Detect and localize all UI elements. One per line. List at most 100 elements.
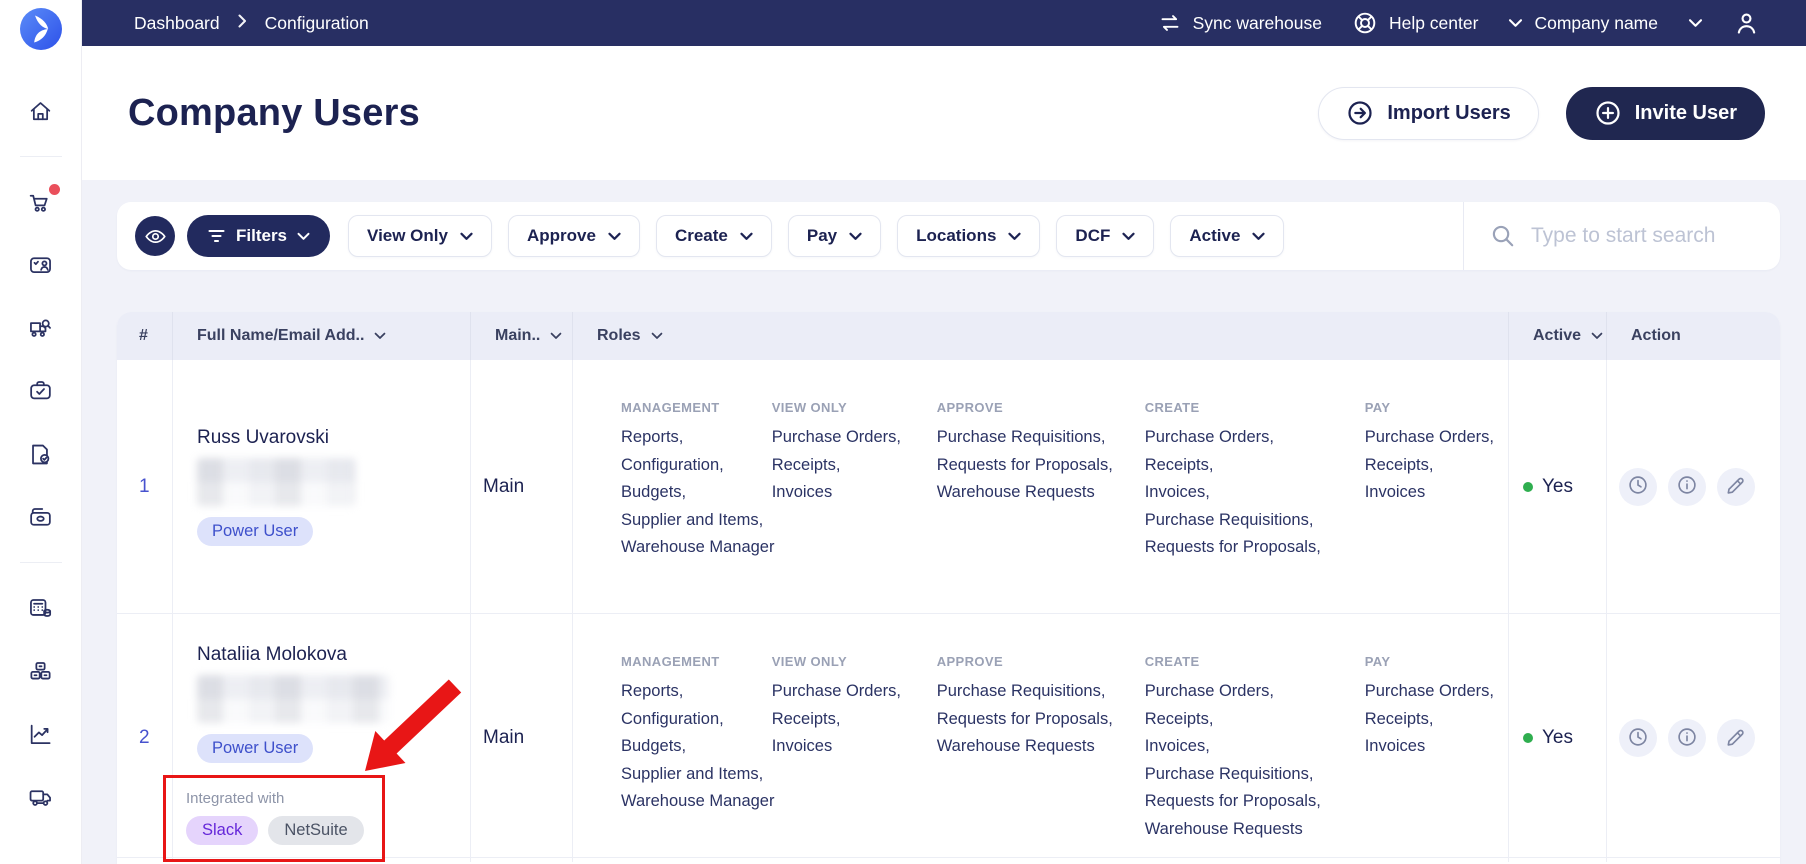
role-item: Purchase Requisitions, bbox=[937, 424, 1131, 452]
info-button[interactable] bbox=[1668, 468, 1706, 506]
filter-dropdown-pay[interactable]: Pay bbox=[788, 215, 881, 257]
column-header-main-label: Main.. bbox=[495, 327, 540, 345]
sidebar-item-orders-cart[interactable] bbox=[21, 182, 61, 222]
breadcrumb-dashboard[interactable]: Dashboard bbox=[134, 13, 220, 34]
edit-pencil-icon bbox=[1725, 474, 1747, 499]
search-icon bbox=[1490, 223, 1516, 249]
role-item: Supplier and Items, bbox=[621, 761, 758, 789]
role-item: Warehouse Requests bbox=[1145, 816, 1351, 844]
info-button[interactable] bbox=[1668, 719, 1706, 757]
role-item: Warehouse Requests bbox=[937, 733, 1131, 761]
history-clock-button[interactable] bbox=[1619, 719, 1657, 757]
column-header-active[interactable]: Active bbox=[1508, 312, 1606, 360]
eye-icon bbox=[144, 225, 167, 248]
topbar-right: Sync warehouse Help center Company name bbox=[1158, 10, 1760, 37]
column-header-action: Action bbox=[1606, 312, 1780, 360]
column-header-roles[interactable]: Roles bbox=[572, 312, 1508, 360]
active-status-dot bbox=[1523, 482, 1533, 492]
role-group-label: PAY bbox=[1365, 400, 1494, 415]
import-users-button[interactable]: Import Users bbox=[1318, 87, 1538, 140]
notification-dot bbox=[49, 184, 60, 195]
actions-cell bbox=[1606, 360, 1780, 613]
edit-pencil-icon bbox=[1725, 726, 1747, 751]
filter-bar: Filters View Only Approve Create Pay Locatio… bbox=[117, 202, 1780, 270]
role-item: Purchase Orders, bbox=[1145, 424, 1351, 452]
sync-warehouse-button[interactable]: Sync warehouse bbox=[1158, 11, 1322, 35]
sidebar-item-analytics-chart[interactable] bbox=[21, 714, 61, 754]
info-icon bbox=[1676, 726, 1698, 751]
integration-badges: SlackNetSuite bbox=[186, 816, 364, 845]
sidebar-item-items-boxes[interactable] bbox=[21, 651, 61, 691]
breadcrumb-configuration[interactable]: Configuration bbox=[265, 13, 369, 34]
sidebar-item-documents-check[interactable] bbox=[21, 434, 61, 474]
filter-dropdown-dcf[interactable]: DCF bbox=[1056, 215, 1154, 257]
role-group-label: APPROVE bbox=[937, 654, 1131, 669]
chevron-down-icon[interactable] bbox=[1688, 18, 1703, 28]
filter-dropdown-approve[interactable]: Approve bbox=[508, 215, 640, 257]
filter-dropdown-active[interactable]: Active bbox=[1170, 215, 1284, 257]
role-item: Budgets, bbox=[621, 733, 758, 761]
user-role-badge: Power User bbox=[197, 734, 313, 763]
filter-dropdown-create[interactable]: Create bbox=[656, 215, 772, 257]
company-menu[interactable]: Company name bbox=[1508, 13, 1658, 34]
column-header-roles-label: Roles bbox=[597, 327, 641, 345]
column-header-main[interactable]: Main.. bbox=[470, 312, 572, 360]
sidebar-item-warehouse-truck[interactable] bbox=[21, 777, 61, 817]
role-item: Requests for Proposals, bbox=[937, 706, 1131, 734]
user-full-name: Russ Uvarovski bbox=[197, 427, 329, 449]
chevron-down-icon bbox=[1508, 18, 1523, 28]
sidebar-item-requests-briefcase[interactable] bbox=[21, 371, 61, 411]
page-header: Company Users Import Users Invite User bbox=[82, 46, 1806, 180]
history-clock-button[interactable] bbox=[1619, 468, 1657, 506]
role-item: Requests for Proposals, bbox=[1145, 534, 1351, 562]
role-item: Requests for Proposals, bbox=[937, 452, 1131, 480]
edit-pencil-button[interactable] bbox=[1717, 719, 1755, 757]
role-group-label: VIEW ONLY bbox=[772, 654, 923, 669]
filter-dropdown-label: DCF bbox=[1075, 226, 1110, 246]
invite-user-button[interactable]: Invite User bbox=[1566, 87, 1765, 140]
search-input[interactable] bbox=[1529, 223, 1765, 249]
active-status-dot bbox=[1523, 733, 1533, 743]
help-center-button[interactable]: Help center bbox=[1352, 10, 1479, 36]
sidebar-item-budgets-calculator[interactable] bbox=[21, 588, 61, 628]
role-group-label: MANAGEMENT bbox=[621, 654, 758, 669]
top-navbar: Dashboard Configuration Sync warehouse H… bbox=[82, 0, 1806, 46]
role-item: Budgets, bbox=[621, 479, 758, 507]
sort-chevron-icon bbox=[651, 332, 663, 340]
chevron-down-icon bbox=[740, 232, 753, 241]
chevron-down-icon bbox=[297, 232, 310, 241]
info-icon bbox=[1676, 474, 1698, 499]
user-profile-icon[interactable] bbox=[1733, 10, 1760, 37]
role-item: Receipts, bbox=[1365, 452, 1494, 480]
filter-dropdown-label: Approve bbox=[527, 226, 596, 246]
chevron-down-icon bbox=[1008, 232, 1021, 241]
role-group-approve: APPROVEPurchase Requisitions,Requests fo… bbox=[937, 400, 1145, 507]
roles-cell: MANAGEMENTReports,Configuration,Budgets,… bbox=[572, 614, 1508, 862]
column-header-active-label: Active bbox=[1533, 327, 1581, 345]
filter-dropdown-view-only[interactable]: View Only bbox=[348, 215, 492, 257]
sidebar-item-approvals[interactable] bbox=[21, 245, 61, 285]
edit-pencil-button[interactable] bbox=[1717, 468, 1755, 506]
role-item: Purchase Orders, bbox=[1365, 678, 1494, 706]
role-group-view-only: VIEW ONLYPurchase Orders,Receipts,Invoic… bbox=[772, 400, 937, 507]
filters-button[interactable]: Filters bbox=[187, 215, 330, 257]
filter-dropdowns: View Only Approve Create Pay Locations DCF Act… bbox=[348, 215, 1284, 257]
help-center-label: Help center bbox=[1389, 13, 1479, 34]
history-clock-icon bbox=[1627, 474, 1649, 499]
filter-dropdown-locations[interactable]: Locations bbox=[897, 215, 1040, 257]
role-item: Invoices, bbox=[1145, 479, 1351, 507]
role-group-approve: APPROVEPurchase Requisitions,Requests fo… bbox=[937, 654, 1145, 761]
column-header-name[interactable]: Full Name/Email Add.. bbox=[172, 312, 470, 360]
app-logo-icon[interactable] bbox=[19, 7, 63, 51]
role-item: Invoices, bbox=[1145, 733, 1351, 761]
sidebar-item-track-orders[interactable] bbox=[21, 308, 61, 348]
sidebar-item-payments-wallet[interactable] bbox=[21, 497, 61, 537]
chevron-down-icon bbox=[1252, 232, 1265, 241]
role-group-pay: PAYPurchase Orders,Receipts,Invoices bbox=[1365, 400, 1508, 507]
sidebar-item-home[interactable] bbox=[21, 91, 61, 131]
role-item: Purchase Requisitions, bbox=[1145, 761, 1351, 789]
visibility-toggle-button[interactable] bbox=[135, 216, 175, 256]
breadcrumb-chevron-icon bbox=[238, 14, 247, 33]
app-root: Dashboard Configuration Sync warehouse H… bbox=[0, 0, 1806, 864]
user-name-cell: Russ Uvarovski Power User bbox=[172, 360, 470, 613]
